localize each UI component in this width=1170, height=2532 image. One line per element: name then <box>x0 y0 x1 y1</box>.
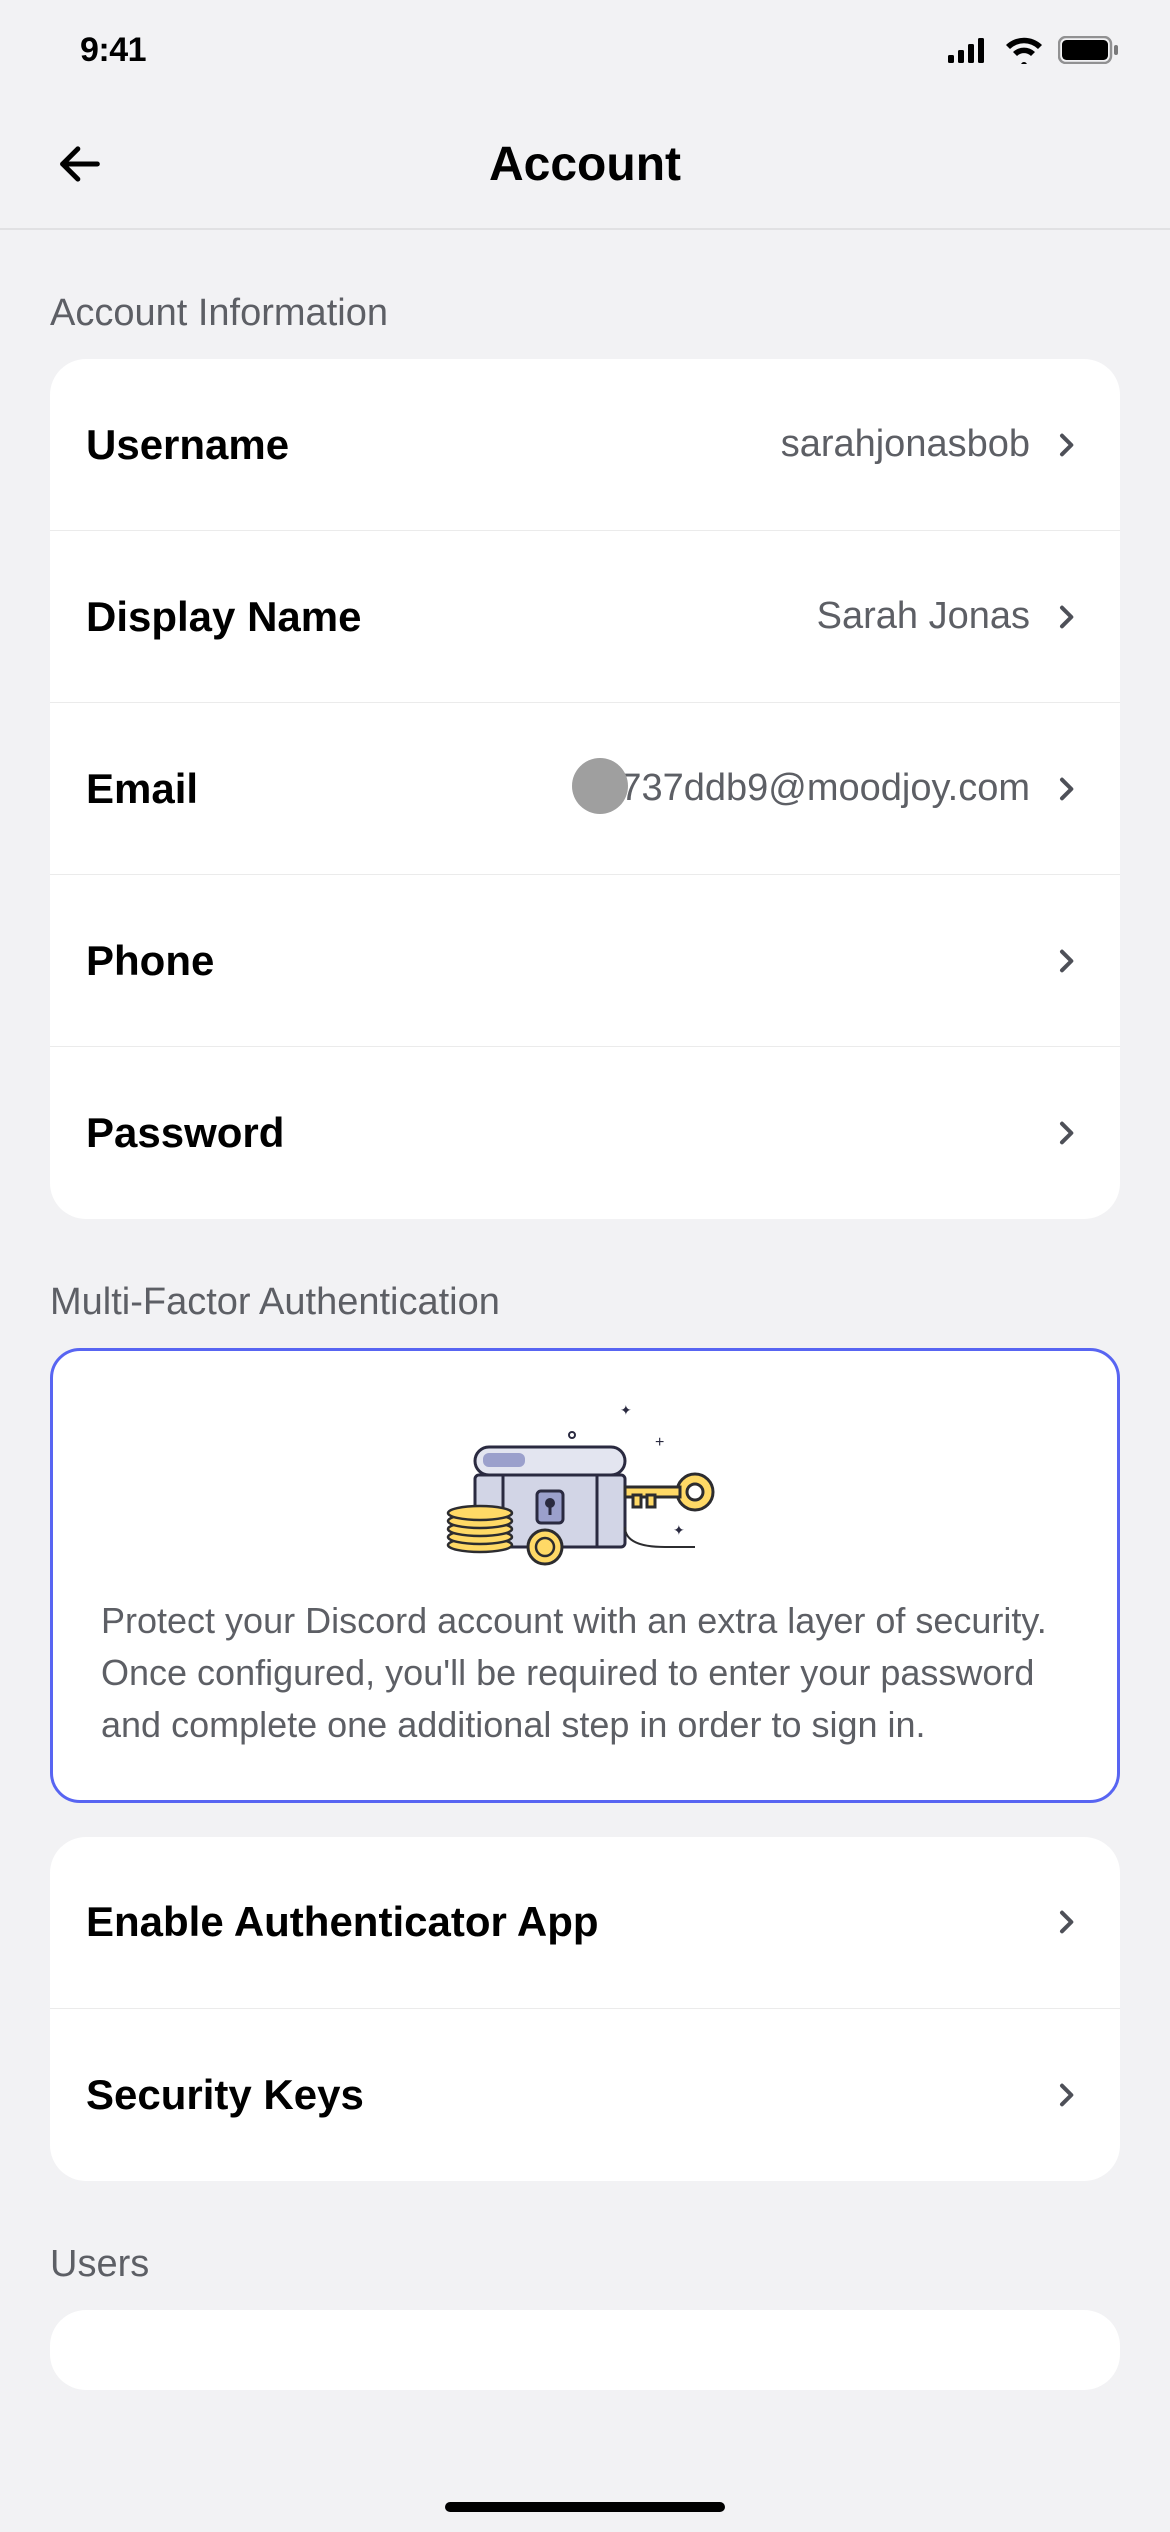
chevron-right-icon <box>1050 1906 1082 1938</box>
security-keys-label: Security Keys <box>86 2071 364 2119</box>
nav-header: Account <box>0 100 1170 230</box>
users-card <box>50 2310 1120 2390</box>
chevron-right-icon <box>1050 945 1082 977</box>
mfa-info-card: ✦ + ✦ <box>50 1348 1120 1803</box>
home-indicator <box>445 2502 725 2512</box>
display-name-row[interactable]: Display Name Sarah Jonas <box>50 531 1120 703</box>
section-header-users: Users <box>0 2181 1170 2310</box>
phone-label: Phone <box>86 937 214 985</box>
chevron-right-icon <box>1050 1117 1082 1149</box>
username-value: sarahjonasbob <box>289 423 1050 466</box>
email-label: Email <box>86 765 198 813</box>
display-name-value: Sarah Jonas <box>361 595 1050 638</box>
cellular-icon <box>948 37 990 63</box>
display-name-label: Display Name <box>86 593 361 641</box>
svg-text:✦: ✦ <box>673 1522 685 1538</box>
chevron-right-icon <box>1050 2079 1082 2111</box>
page-title: Account <box>0 137 1170 192</box>
username-row[interactable]: Username sarahjonasbob <box>50 359 1120 531</box>
security-keys-row[interactable]: Security Keys <box>50 2009 1120 2181</box>
treasure-chest-icon: ✦ + ✦ <box>385 1397 785 1567</box>
password-row[interactable]: Password <box>50 1047 1120 1219</box>
mfa-options-card: Enable Authenticator App Security Keys <box>50 1837 1120 2181</box>
phone-row[interactable]: Phone <box>50 875 1120 1047</box>
password-label: Password <box>86 1109 284 1157</box>
status-icons <box>948 36 1120 64</box>
section-header-mfa: Multi-Factor Authentication <box>0 1219 1170 1348</box>
battery-icon <box>1058 36 1120 64</box>
status-bar: 9:41 <box>0 0 1170 100</box>
touch-indicator <box>572 758 628 814</box>
authenticator-app-row[interactable]: Enable Authenticator App <box>50 1837 1120 2009</box>
chevron-right-icon <box>1050 429 1082 461</box>
back-button[interactable] <box>50 134 110 194</box>
section-header-account-info: Account Information <box>0 230 1170 359</box>
mfa-description: Protect your Discord account with an ext… <box>101 1595 1069 1752</box>
mfa-illustration: ✦ + ✦ <box>101 1397 1069 1567</box>
svg-text:+: + <box>655 1434 664 1451</box>
chevron-right-icon <box>1050 773 1082 805</box>
status-time: 9:41 <box>80 31 146 70</box>
wifi-icon <box>1004 36 1044 64</box>
arrow-left-icon <box>54 138 106 190</box>
chevron-right-icon <box>1050 601 1082 633</box>
username-label: Username <box>86 421 289 469</box>
authenticator-app-label: Enable Authenticator App <box>86 1898 599 1946</box>
svg-text:✦: ✦ <box>620 1402 632 1418</box>
